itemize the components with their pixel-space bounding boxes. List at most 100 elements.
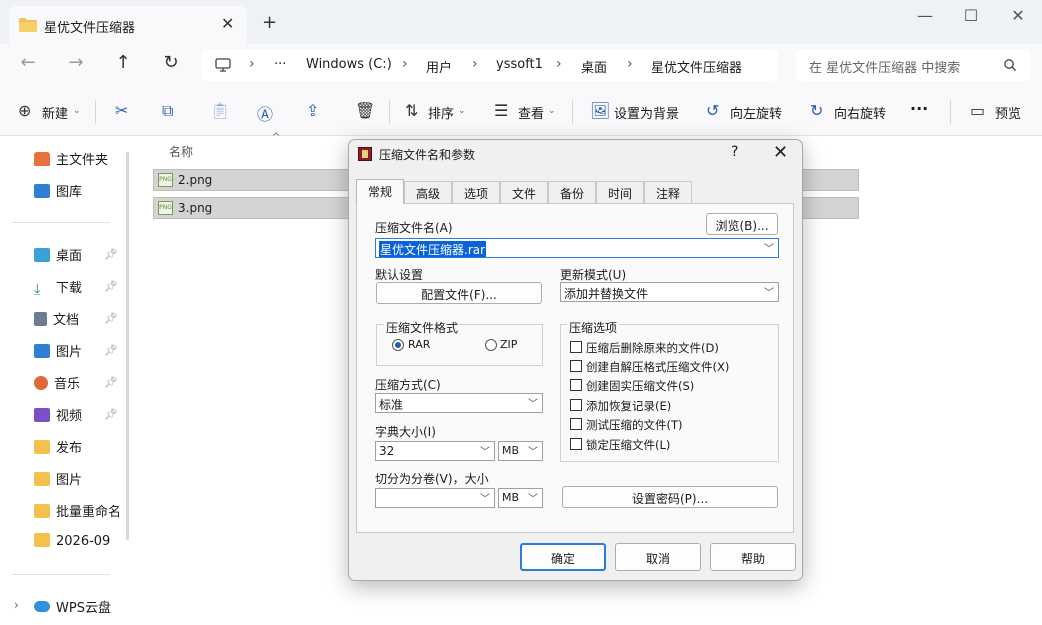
tab-advanced[interactable]: 高级 [404,181,452,203]
search-input[interactable]: 在 星优文件压缩器 中搜索 [796,49,1030,81]
pin-icon[interactable]: 📌︎ [104,248,118,261]
split-unit-select[interactable]: MB ﹀ [498,488,543,508]
sidebar-item-2026-09[interactable]: 2026-09 [34,533,110,549]
sidebar-item-music[interactable]: 音乐 [34,373,80,392]
cancel-button[interactable]: 取消 [615,543,701,571]
pin-icon[interactable]: 📌︎ [104,312,118,325]
option-checkbox[interactable] [570,341,582,353]
back-arrow-icon[interactable]: ← [15,52,41,73]
sidebar-item-publish[interactable]: 发布 [34,437,82,456]
breadcrumb-user[interactable]: yssoft1 [496,57,543,72]
general-panel: 压缩文件名(A) 浏览(B)... 星优文件压缩器.rar ﹀ 默认设置 配置文… [356,203,794,533]
chevron-right-icon[interactable]: › [14,598,19,612]
chevron-down-icon[interactable]: ﹀ [764,284,774,299]
split-size-select[interactable]: ﹀ [375,488,495,508]
pin-icon[interactable]: 📌︎ [104,376,118,389]
new-tab-button[interactable]: + [262,12,277,33]
config-button[interactable]: 配置文件(F)... [376,282,542,304]
sidebar-item-documents[interactable]: 文档 [34,309,79,328]
tab-current[interactable]: 星优文件压缩器 ✕ [9,6,247,44]
option-checkbox[interactable] [570,418,582,430]
cut-icon[interactable]: ✂ [115,101,128,120]
pin-icon[interactable]: 📌︎ [104,408,118,421]
sidebar-item-label: 主文件夹 [56,153,109,168]
sidebar-item-pictures-folder[interactable]: 图片 [34,469,82,488]
sort-icon: ⇅ [405,101,419,120]
pin-icon[interactable]: 📌︎ [104,280,118,293]
share-icon[interactable]: ⇪ [306,101,319,120]
png-file-icon: PNG [158,173,173,187]
sidebar-item-desktop[interactable]: 桌面 [34,245,82,264]
forward-arrow-icon[interactable]: → [63,52,89,73]
split-unit-value: MB [502,491,520,504]
copy-icon[interactable]: ⧉ [162,101,173,121]
address-bar[interactable]: › ··· Windows (C:) › 用户 › yssoft1 › 桌面 ›… [202,49,778,81]
breadcrumb-current[interactable]: 星优文件压缩器 [651,57,742,76]
help-icon[interactable]: ? [731,144,738,160]
dict-size-select[interactable]: 32 ﹀ [375,441,495,461]
chevron-down-icon[interactable]: ﹀ [480,443,490,458]
rotate-right-button[interactable]: 向右旋转 [834,103,886,122]
sidebar-scrollbar[interactable] [126,152,129,540]
update-mode-select[interactable]: 添加并替换文件 ﹀ [560,282,779,302]
option-checkbox[interactable] [570,379,582,391]
help-button[interactable]: 帮助 [710,543,796,571]
new-button[interactable]: 新建 [42,103,68,122]
browse-button[interactable]: 浏览(B)... [706,213,778,235]
chevron-right-icon: › [627,56,633,72]
ok-button[interactable]: 确定 [520,543,606,571]
option-checkbox[interactable] [570,438,582,450]
folder-icon [34,472,50,486]
more-button[interactable]: ··· [910,99,928,118]
breadcrumb-users[interactable]: 用户 [426,57,452,76]
close-button[interactable]: ✕ [1003,6,1033,25]
archive-name-field[interactable]: 星优文件压缩器.rar ﹀ [375,238,779,258]
breadcrumb-ellipsis[interactable]: ··· [274,57,286,72]
breadcrumb-drive[interactable]: Windows (C:) [306,57,392,72]
preview-button[interactable]: 预览 [995,103,1021,122]
sidebar-item-wps-cloud[interactable]: WPS云盘 [34,597,111,616]
refresh-icon[interactable]: ↻ [158,52,184,73]
set-password-button[interactable]: 设置密码(P)... [562,486,778,508]
column-header-name[interactable]: 名称 [169,143,193,160]
tab-options[interactable]: 选项 [452,181,500,203]
tab-close-icon[interactable]: ✕ [221,14,234,33]
option-checkbox[interactable] [570,360,582,372]
up-arrow-icon[interactable]: ↑ [110,52,136,73]
sidebar-item-home[interactable]: 主文件夹 [34,149,108,168]
sidebar-item-batch-rename[interactable]: 批量重命名 [34,501,121,520]
rename-icon[interactable]: Ⓐ [257,101,273,125]
dict-unit-select[interactable]: MB ﹀ [498,441,543,461]
option-checkbox[interactable] [570,399,582,411]
minimize-button[interactable]: — [910,6,940,25]
tab-general[interactable]: 常规 [356,179,404,204]
set-background-button[interactable]: 设置为背景 [614,103,679,122]
chevron-down-icon[interactable]: ﹀ [528,490,538,505]
breadcrumb-desktop[interactable]: 桌面 [581,57,607,76]
delete-icon[interactable]: 🗑︎ [355,101,375,120]
chevron-down-icon[interactable]: ﹀ [764,240,774,255]
chevron-down-icon[interactable]: ﹀ [528,395,538,410]
rar-radio[interactable] [392,339,404,351]
sidebar-item-gallery[interactable]: 图库 [34,181,82,200]
sidebar-item-videos[interactable]: 视频 [34,405,82,424]
sidebar-item-label: 桌面 [56,249,83,264]
tab-time[interactable]: 时间 [596,181,644,203]
paste-icon[interactable]: 📋︎ [210,101,230,120]
chevron-down-icon[interactable]: ﹀ [480,490,490,505]
dialog-close-icon[interactable]: ✕ [773,142,788,163]
sort-button[interactable]: 排序 [428,103,454,122]
method-select[interactable]: 标准 ﹀ [375,393,543,413]
pin-icon[interactable]: 📌︎ [104,344,118,357]
tab-backup[interactable]: 备份 [548,181,596,203]
sidebar-item-downloads[interactable]: ⤓ 下载 [34,277,82,297]
dict-size-label: 字典大小(I) [375,425,436,439]
zip-radio[interactable] [485,339,497,351]
tab-comment[interactable]: 注释 [644,181,692,203]
maximize-button[interactable]: ☐ [956,6,986,25]
rotate-left-button[interactable]: 向左旋转 [730,103,782,122]
chevron-down-icon[interactable]: ﹀ [528,443,538,458]
sidebar-item-pictures[interactable]: 图片 [34,341,82,360]
view-button[interactable]: 查看 [518,103,544,122]
tab-files[interactable]: 文件 [500,181,548,203]
